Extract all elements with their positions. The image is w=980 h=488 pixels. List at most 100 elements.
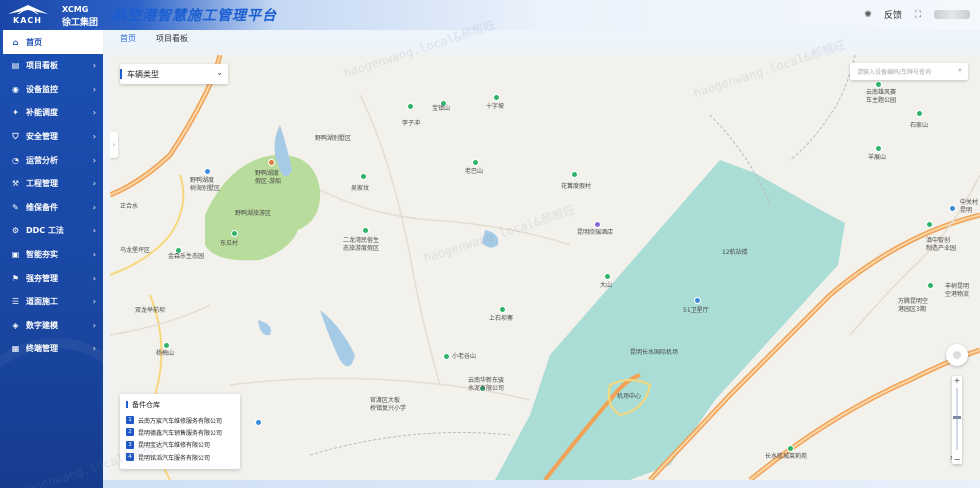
sidebar-item-label: 道面施工 bbox=[26, 297, 58, 307]
panel-collapse-handle[interactable]: › bbox=[110, 132, 118, 158]
poi-marker[interactable] bbox=[927, 282, 934, 289]
sidebar-item[interactable]: ☰ 道面施工 › bbox=[0, 290, 103, 314]
poi-marker[interactable] bbox=[255, 419, 262, 426]
poi-marker[interactable] bbox=[407, 103, 414, 110]
map-pan-control[interactable] bbox=[946, 344, 968, 366]
device-search-input[interactable]: 请输入设备编码/车牌号查询 ⌕ bbox=[850, 63, 968, 80]
chevron-down-icon: ⌄ bbox=[216, 68, 223, 77]
chevron-right-icon: › bbox=[92, 61, 96, 71]
map-label: 上石坝寨 bbox=[489, 315, 514, 322]
chart-icon: ◔ bbox=[12, 155, 19, 165]
fullscreen-icon[interactable]: ⛶ bbox=[912, 9, 924, 21]
sidebar-item-label: 工程管理 bbox=[26, 179, 58, 189]
map-zoom-control[interactable]: + − bbox=[952, 376, 962, 464]
poi-marker[interactable] bbox=[594, 221, 601, 228]
top-header: KACH XCMG 徐工集团 航空港智慧施工管理平台 ✺ 反馈 ⛶ bbox=[0, 0, 980, 30]
home-icon: ⌂ bbox=[12, 37, 19, 47]
poi-marker[interactable] bbox=[163, 342, 170, 349]
sidebar-item-label: 运营分析 bbox=[26, 155, 58, 165]
vehicle-type-select[interactable]: 车辆类型 ⌄ bbox=[120, 64, 228, 84]
map-label: 中关村 昆明 bbox=[960, 199, 979, 214]
warehouse-item[interactable]: 3 昆明宝达汽车维修有限公司 bbox=[126, 439, 234, 451]
sidebar-item[interactable]: ✦ 补能调度 › bbox=[0, 101, 103, 125]
poi-marker[interactable] bbox=[694, 297, 701, 304]
map-label: 机场中心 bbox=[617, 393, 642, 400]
board-icon: ▤ bbox=[11, 61, 20, 71]
settings-gear-icon[interactable]: ✺ bbox=[862, 9, 874, 21]
sidebar-item-label: 强夯管理 bbox=[26, 273, 58, 283]
warehouse-index-badge: 2 bbox=[126, 428, 134, 437]
terminal-icon: ▦ bbox=[11, 344, 20, 354]
sidebar-item[interactable]: ◈ 数字建模 › bbox=[0, 314, 103, 338]
chevron-right-icon: › bbox=[92, 273, 96, 283]
sidebar-item[interactable]: ⚙ DDC 工法 › bbox=[0, 219, 103, 243]
zoom-in-button[interactable]: + bbox=[952, 376, 962, 385]
poi-marker[interactable] bbox=[360, 173, 367, 180]
poi-marker[interactable] bbox=[443, 353, 450, 360]
sidebar-item[interactable]: ◉ 设备监控 › bbox=[0, 78, 103, 102]
header-actions: ✺ 反馈 ⛶ bbox=[862, 8, 970, 21]
sidebar-item[interactable]: ⛉ 安全管理 › bbox=[0, 125, 103, 149]
feedback-link[interactable]: 反馈 bbox=[884, 8, 902, 21]
warehouse-item[interactable]: 2 昆明德鑫汽车销售服务有限公司 bbox=[126, 426, 234, 438]
warehouse-item-label: 昆明宝达汽车维修有限公司 bbox=[138, 442, 211, 450]
poi-marker[interactable] bbox=[787, 445, 794, 452]
zoom-track[interactable] bbox=[956, 388, 958, 450]
chevron-right-icon: › bbox=[92, 179, 96, 189]
poi-marker[interactable] bbox=[926, 221, 933, 228]
app-title: 航空港智慧施工管理平台 bbox=[112, 8, 277, 24]
sidebar-item[interactable]: ✎ 维保备件 › bbox=[0, 196, 103, 220]
sidebar-item[interactable]: ▤ 项目看板 › bbox=[0, 54, 103, 78]
sidebar-item[interactable]: ⚑ 强夯管理 › bbox=[0, 266, 103, 290]
chevron-right-icon: › bbox=[92, 226, 96, 236]
poi-marker[interactable] bbox=[268, 159, 275, 166]
sidebar-item[interactable]: ▦ 终端管理 › bbox=[0, 337, 103, 361]
map-canvas[interactable]: 正合水 野鸭湖别墅区 野鸭湖度 假区-游船 野鸭湖度 树海别墅区 野鸭湖旅游区 李子… bbox=[110, 55, 980, 480]
poi-marker[interactable] bbox=[493, 94, 500, 101]
map-label: 云南华新东骏 水泥有限公司 bbox=[468, 377, 505, 392]
energy-icon: ✦ bbox=[12, 108, 19, 118]
map-label: 官渡区大板 桥镇复兴小学 bbox=[370, 397, 407, 412]
kach-logo-text: KACH bbox=[13, 16, 42, 25]
chevron-right-icon: › bbox=[92, 297, 96, 307]
sidebar-item[interactable]: ◔ 运营分析 › bbox=[0, 148, 103, 172]
xcmg-logo: XCMG 徐工集团 bbox=[62, 5, 98, 28]
user-name-blurred[interactable] bbox=[934, 10, 970, 19]
sidebar-item[interactable]: ⚒ 工程管理 › bbox=[0, 172, 103, 196]
poi-marker[interactable] bbox=[499, 306, 506, 313]
poi-marker[interactable] bbox=[472, 159, 479, 166]
map-label: 吴家坟 bbox=[351, 185, 370, 192]
warehouse-item[interactable]: 1 云南万宸汽车维修服务有限公司 bbox=[126, 414, 234, 426]
map-label: 李子冲 bbox=[402, 120, 421, 127]
chevron-right-icon: › bbox=[92, 155, 96, 165]
lake-4 bbox=[258, 320, 272, 336]
poi-marker[interactable] bbox=[231, 230, 238, 237]
road-icon: ☰ bbox=[11, 297, 20, 307]
warehouse-item[interactable]: 4 昆明铭滔汽车服务有限公司 bbox=[126, 451, 234, 463]
map-label: 昆明欣瑞酒店 bbox=[577, 229, 614, 236]
sidebar-item[interactable]: ⌂ 首页 bbox=[0, 30, 103, 54]
tab-project-board[interactable]: 项目看板 bbox=[156, 33, 188, 44]
map-label: 12航站楼 bbox=[722, 249, 748, 256]
zoom-slider-handle[interactable] bbox=[953, 416, 961, 419]
poi-marker[interactable] bbox=[571, 171, 578, 178]
warehouse-index-badge: 3 bbox=[126, 440, 134, 449]
sidebar-item[interactable]: ▣ 智能夯实 › bbox=[0, 243, 103, 267]
poi-marker[interactable] bbox=[362, 227, 369, 234]
sidebar-item-label: 补能调度 bbox=[26, 108, 58, 118]
map-label: 十字坡 bbox=[486, 103, 505, 110]
poi-marker[interactable] bbox=[949, 205, 956, 212]
poi-marker[interactable] bbox=[916, 110, 923, 117]
map-label: 乌龙堡坪区 bbox=[120, 247, 151, 254]
zoom-out-button[interactable]: − bbox=[952, 455, 962, 464]
model-icon: ◈ bbox=[12, 320, 19, 330]
map-label: 杨梅山 bbox=[156, 350, 175, 357]
poi-marker[interactable] bbox=[875, 81, 882, 88]
poi-marker[interactable] bbox=[204, 168, 211, 175]
poi-marker[interactable] bbox=[875, 145, 882, 152]
search-icon[interactable]: ⌕ bbox=[958, 66, 962, 75]
lake-2 bbox=[320, 310, 355, 367]
poi-marker[interactable] bbox=[604, 273, 611, 280]
chevron-right-icon: › bbox=[92, 108, 96, 118]
tab-home[interactable]: 首页 bbox=[120, 33, 136, 44]
